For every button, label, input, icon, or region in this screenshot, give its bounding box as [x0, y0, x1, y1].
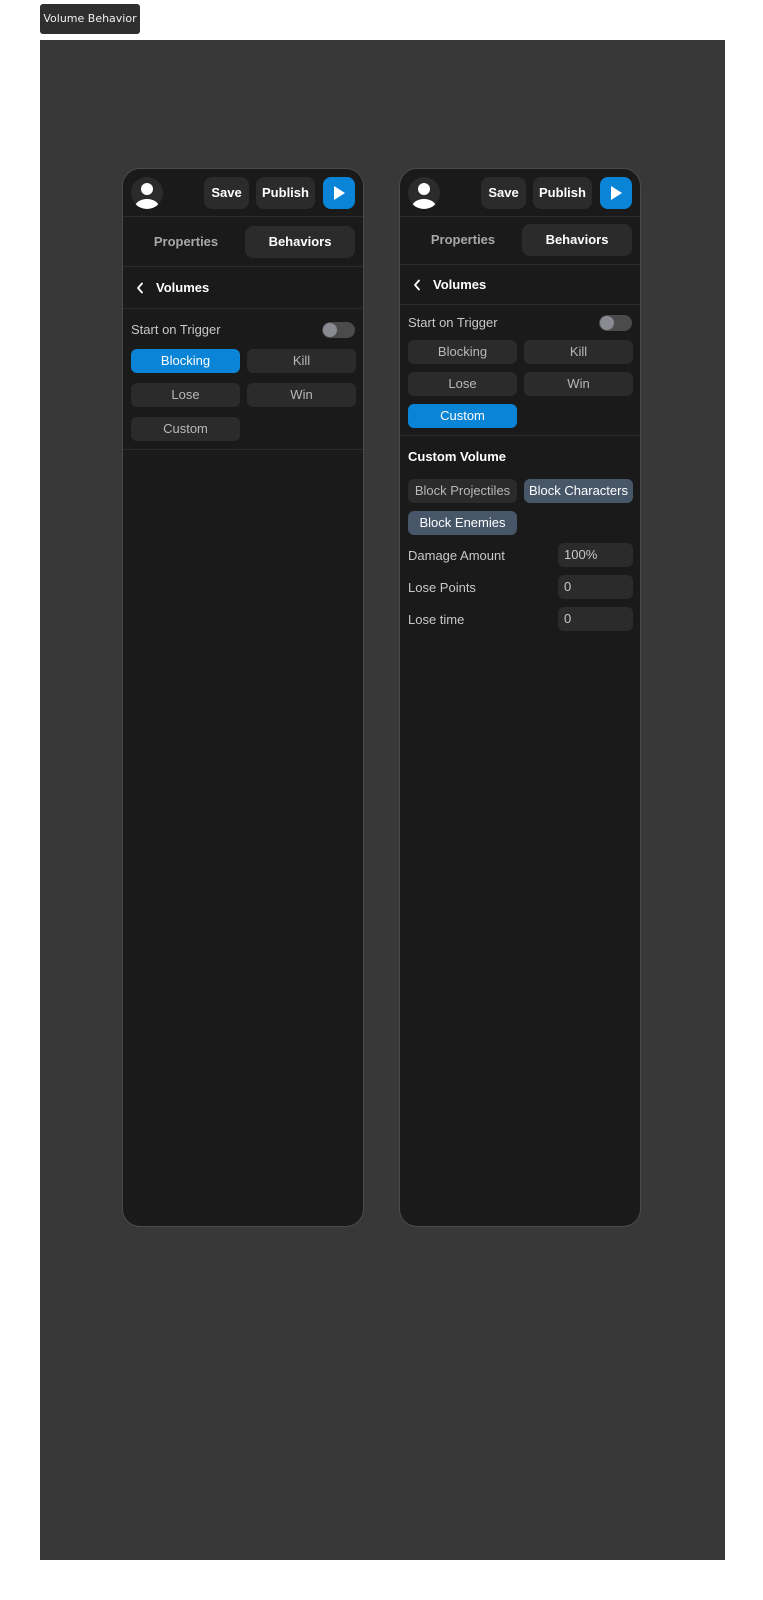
damage-amount-input[interactable]: 100%	[558, 543, 633, 567]
tab-bar: Properties Behaviors	[123, 217, 363, 267]
chevron-left-icon[interactable]	[135, 282, 145, 294]
volume-type-lose[interactable]: Lose	[131, 383, 240, 407]
start-on-trigger-label: Start on Trigger	[408, 315, 498, 330]
volume-type-kill[interactable]: Kill	[524, 340, 633, 364]
start-on-trigger-toggle[interactable]	[322, 322, 355, 338]
play-icon	[611, 186, 622, 200]
tab-bar: Properties Behaviors	[400, 217, 640, 265]
section-title: Volumes	[156, 280, 210, 295]
option-block-enemies[interactable]: Block Enemies	[408, 511, 517, 535]
volume-type-win[interactable]: Win	[524, 372, 633, 396]
toggle-knob	[323, 323, 337, 337]
toolbar: Save Publish	[123, 169, 363, 217]
user-icon[interactable]	[408, 177, 440, 209]
behavior-panel-blocking: Save Publish Properties Behaviors Volume…	[122, 168, 364, 1227]
toolbar: Save Publish	[400, 169, 640, 217]
custom-volume-title: Custom Volume	[408, 449, 506, 464]
lose-points-input[interactable]: 0	[558, 575, 633, 599]
section-title: Volumes	[433, 277, 487, 292]
save-button[interactable]: Save	[481, 177, 526, 209]
lose-points-label: Lose Points	[408, 580, 476, 595]
play-button[interactable]	[323, 177, 355, 209]
start-on-trigger-toggle[interactable]	[599, 315, 632, 331]
publish-button[interactable]: Publish	[256, 177, 315, 209]
volumes-header[interactable]: Volumes	[123, 267, 363, 309]
lose-time-label: Lose time	[408, 612, 465, 627]
tab-behaviors[interactable]: Behaviors	[245, 226, 355, 258]
tab-properties[interactable]: Properties	[408, 224, 518, 256]
behavior-panel-custom: Save Publish Properties Behaviors Volume…	[399, 168, 641, 1227]
save-button[interactable]: Save	[204, 177, 249, 209]
damage-amount-label: Damage Amount	[408, 548, 505, 563]
frame-label: Volume Behavior	[40, 4, 140, 34]
volume-type-lose[interactable]: Lose	[408, 372, 517, 396]
volume-type-kill[interactable]: Kill	[247, 349, 356, 373]
tab-behaviors[interactable]: Behaviors	[522, 224, 632, 256]
volume-type-win[interactable]: Win	[247, 383, 356, 407]
user-icon[interactable]	[131, 177, 163, 209]
divider	[123, 449, 363, 450]
option-block-projectiles[interactable]: Block Projectiles	[408, 479, 517, 503]
chevron-left-icon[interactable]	[412, 279, 422, 291]
lose-time-input[interactable]: 0	[558, 607, 633, 631]
start-on-trigger-label: Start on Trigger	[131, 322, 221, 337]
toggle-knob	[600, 316, 614, 330]
volume-type-blocking[interactable]: Blocking	[408, 340, 517, 364]
volume-type-blocking[interactable]: Blocking	[131, 349, 240, 373]
volume-type-custom[interactable]: Custom	[131, 417, 240, 441]
play-icon	[334, 186, 345, 200]
tab-properties[interactable]: Properties	[131, 226, 241, 258]
volumes-header[interactable]: Volumes	[400, 265, 640, 305]
divider	[400, 435, 640, 436]
volume-type-custom[interactable]: Custom	[408, 404, 517, 428]
publish-button[interactable]: Publish	[533, 177, 592, 209]
play-button[interactable]	[600, 177, 632, 209]
option-block-characters[interactable]: Block Characters	[524, 479, 633, 503]
